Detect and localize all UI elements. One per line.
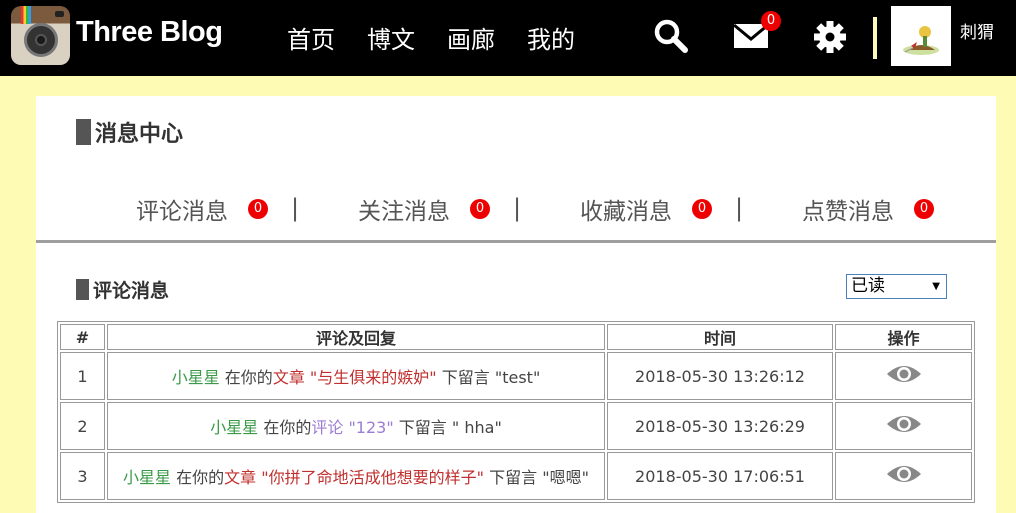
column-header: #: [60, 324, 105, 350]
comment-text: 在你的: [176, 468, 225, 487]
commenter-link[interactable]: 小星星: [123, 468, 171, 487]
comments-table: # 评论及回复 时间 操作 1 小星星 在你的文章 "与生俱来的嫉妒" 下留言 …: [57, 321, 975, 503]
comment-text: 在你的: [263, 418, 312, 437]
table-row: 1 小星星 在你的文章 "与生俱来的嫉妒" 下留言 "test" 2018-05…: [60, 352, 972, 400]
row-index: 3: [60, 452, 105, 500]
tab-separator: |: [735, 194, 744, 222]
target-type-link[interactable]: 文章: [224, 468, 256, 487]
nav-item-gallery[interactable]: 画廊: [447, 20, 495, 55]
page-title-text: 消息中心: [95, 122, 184, 147]
tab-label: 评论消息: [136, 199, 228, 225]
tabs-divider: [36, 240, 996, 243]
column-header: 操作: [835, 324, 972, 350]
tab-label: 收藏消息: [580, 199, 672, 225]
actions-cell: [835, 452, 972, 500]
nav-item-posts[interactable]: 博文: [367, 20, 415, 55]
tab-comment-messages[interactable]: 评论消息 0: [136, 192, 268, 226]
target-link[interactable]: "123": [348, 418, 393, 437]
comment-message: "test": [494, 368, 541, 387]
column-header: 时间: [607, 324, 833, 350]
comment-time: 2018-05-30 17:06:51: [607, 452, 833, 500]
comment-time: 2018-05-30 13:26:29: [607, 402, 833, 450]
camera-logo-icon[interactable]: [11, 6, 70, 65]
actions-cell: [835, 352, 972, 400]
section-title: 评论消息: [76, 276, 169, 303]
eye-icon[interactable]: [886, 362, 922, 386]
actions-cell: [835, 402, 972, 450]
nav-item-mine[interactable]: 我的: [527, 20, 575, 55]
comment-message: " hha": [451, 418, 502, 437]
comment-time: 2018-05-30 13:26:12: [607, 352, 833, 400]
eye-icon[interactable]: [886, 462, 922, 486]
row-index: 2: [60, 402, 105, 450]
message-tabs: 评论消息 0 | 关注消息 0 | 收藏消息 0 | 点赞消息 0: [36, 192, 996, 226]
page-title: 消息中心: [76, 116, 183, 148]
top-nav-bar: Three Blog 首页 博文 画廊 我的 0 刺猬: [0, 0, 1016, 76]
tab-count-badge: 0: [248, 199, 268, 219]
table-row: 2 小星星 在你的评论 "123" 下留言 " hha" 2018-05-30 …: [60, 402, 972, 450]
comment-cell: 小星星 在你的文章 "与生俱来的嫉妒" 下留言 "test": [107, 352, 605, 400]
comment-text: 下留言: [489, 468, 538, 487]
tab-separator: |: [513, 194, 522, 222]
comment-cell: 小星星 在你的文章 "你拼了命地活成他想要的样子" 下留言 "嗯嗯": [107, 452, 605, 500]
nav-item-home[interactable]: 首页: [287, 20, 335, 55]
comment-text: 下留言: [398, 418, 447, 437]
target-link[interactable]: "你拼了命地活成他想要的样子": [261, 468, 484, 487]
column-header: 评论及回复: [107, 324, 605, 350]
commenter-link[interactable]: 小星星: [210, 418, 258, 437]
tab-separator: |: [291, 194, 300, 222]
tab-count-badge: 0: [470, 199, 490, 219]
title-marker: [76, 119, 91, 145]
tab-favorite-messages[interactable]: 收藏消息 0: [580, 192, 712, 226]
comment-text: 在你的: [224, 368, 273, 387]
eye-icon[interactable]: [886, 412, 922, 436]
section-marker: [76, 279, 89, 300]
commenter-link[interactable]: 小星星: [172, 368, 220, 387]
tab-count-badge: 0: [692, 199, 712, 219]
target-type-link[interactable]: 文章: [273, 368, 305, 387]
target-type-link[interactable]: 评论: [311, 418, 343, 437]
username-link[interactable]: 刺猬: [960, 18, 994, 43]
comment-message: "嗯嗯": [542, 468, 589, 487]
search-icon[interactable]: [652, 17, 692, 57]
avatar[interactable]: [891, 6, 951, 66]
tab-label: 点赞消息: [802, 199, 894, 225]
gear-icon[interactable]: [811, 17, 851, 57]
comment-cell: 小星星 在你的评论 "123" 下留言 " hha": [107, 402, 605, 450]
message-center-panel: 消息中心 评论消息 0 | 关注消息 0 | 收藏消息 0 | 点赞消息 0 评…: [36, 96, 996, 513]
header-divider: [873, 17, 877, 59]
tab-count-badge: 0: [914, 199, 934, 219]
tab-label: 关注消息: [358, 199, 450, 225]
read-status-select[interactable]: 已读 ▼: [846, 274, 947, 299]
table-header-row: # 评论及回复 时间 操作: [60, 324, 972, 350]
table-row: 3 小星星 在你的文章 "你拼了命地活成他想要的样子" 下留言 "嗯嗯" 201…: [60, 452, 972, 500]
tab-follow-messages[interactable]: 关注消息 0: [358, 192, 490, 226]
tab-like-messages[interactable]: 点赞消息 0: [802, 192, 934, 226]
target-link[interactable]: "与生俱来的嫉妒": [310, 368, 437, 387]
row-index: 1: [60, 352, 105, 400]
mail-count-badge: 0: [761, 11, 781, 31]
brand-title[interactable]: Three Blog: [76, 16, 223, 49]
section-title-text: 评论消息: [93, 280, 170, 302]
chevron-down-icon: ▼: [932, 281, 940, 292]
comment-text: 下留言: [441, 368, 490, 387]
select-value: 已读: [851, 276, 885, 296]
